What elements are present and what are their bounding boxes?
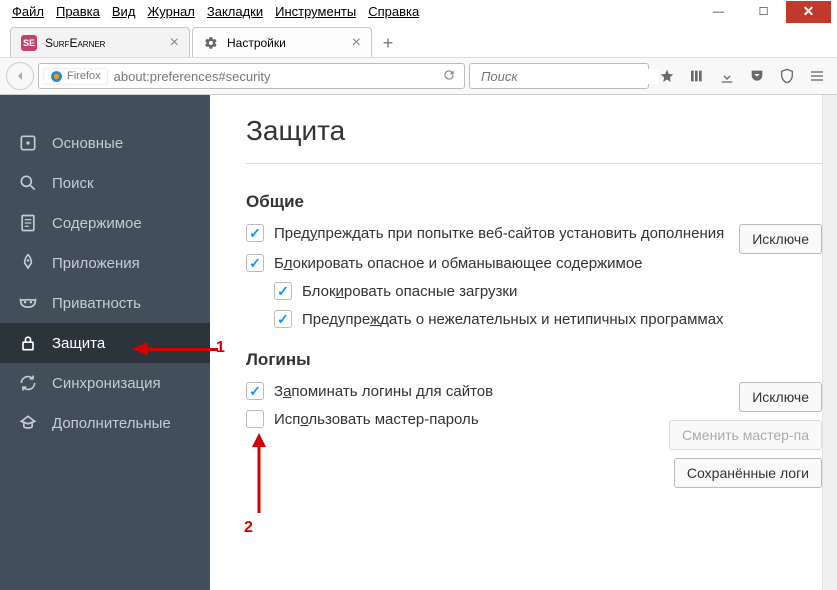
surf-favicon: SE [21, 35, 37, 51]
sidebar-item-search[interactable]: Поиск [0, 163, 210, 203]
library-icon[interactable] [683, 63, 711, 89]
pocket-icon[interactable] [743, 63, 771, 89]
menu-view[interactable]: Вид [106, 2, 142, 21]
section-title-logins: Логины [246, 350, 822, 370]
sidebar-item-general[interactable]: Основные [0, 123, 210, 163]
change-master-password-button[interactable]: Сменить мастер-па [669, 420, 822, 450]
identity-box[interactable]: Firefox [43, 68, 108, 85]
checkbox-warn-unwanted[interactable] [274, 310, 292, 328]
section-general: Общие Предупреждать при попытке веб-сайт… [246, 192, 822, 328]
tab-surfearner[interactable]: SE SurfEarner × [10, 27, 190, 57]
shield-icon[interactable] [773, 63, 801, 89]
preferences-sidebar: Основные Поиск Содержимое Приложения При… [0, 95, 210, 590]
hamburger-menu-icon[interactable] [803, 63, 831, 89]
nav-bar: Firefox [0, 57, 837, 95]
sidebar-item-label: Приложения [52, 255, 140, 272]
new-tab-button[interactable]: + [374, 29, 402, 57]
main-panel: Защита Общие Предупреждать при попытке в… [210, 95, 822, 590]
close-tab-icon[interactable]: × [352, 34, 361, 52]
sidebar-item-label: Дополнительные [52, 415, 171, 432]
identity-label: Firefox [67, 70, 101, 82]
back-button[interactable] [6, 62, 34, 90]
sidebar-item-label: Синхронизация [52, 375, 161, 392]
sidebar-item-privacy[interactable]: Приватность [0, 283, 210, 323]
page-title: Защита [246, 115, 822, 164]
label-master-password: Использовать мастер-пароль [274, 411, 479, 428]
search-icon [18, 173, 38, 193]
url-bar[interactable]: Firefox [38, 63, 465, 89]
bookmark-star-icon[interactable] [653, 63, 681, 89]
label-block-dangerous: Блокировать опасное и обманывающее содер… [274, 255, 643, 272]
sidebar-item-label: Поиск [52, 175, 94, 192]
section-title-general: Общие [246, 192, 822, 212]
menu-bar: Файл Правка Вид Журнал Закладки Инструме… [0, 0, 837, 24]
download-icon[interactable] [713, 63, 741, 89]
search-input[interactable] [481, 69, 659, 84]
sidebar-item-label: Основные [52, 135, 123, 152]
row-master-password: Использовать мастер-пароль [246, 410, 657, 428]
search-box[interactable] [469, 63, 649, 89]
close-tab-icon[interactable]: × [170, 34, 179, 52]
row-block-content: Блокировать опасное и обманывающее содер… [246, 254, 822, 272]
label-warn-unwanted: Предупреждать о нежелательных и нетипичн… [302, 311, 724, 328]
tab-strip: SE SurfEarner × Настройки × + [0, 24, 837, 57]
menu-tools[interactable]: Инструменты [269, 2, 362, 21]
label-block-downloads: Блокировать опасные загрузки [302, 283, 517, 300]
row-warn-install: Предупреждать при попытке веб-сайтов уст… [246, 224, 727, 242]
url-input[interactable] [114, 69, 432, 84]
saved-logins-button[interactable]: Сохранённые логи [674, 458, 822, 488]
exceptions-button-general[interactable]: Исключе [739, 224, 822, 254]
tab-settings[interactable]: Настройки × [192, 27, 372, 57]
exceptions-button-logins[interactable]: Исключе [739, 382, 822, 412]
doc-icon [18, 213, 38, 233]
sidebar-item-security[interactable]: Защита [0, 323, 210, 363]
sidebar-item-applications[interactable]: Приложения [0, 243, 210, 283]
sidebar-item-advanced[interactable]: Дополнительные [0, 403, 210, 443]
reload-icon[interactable] [438, 68, 460, 85]
sidebar-item-sync[interactable]: Синхронизация [0, 363, 210, 403]
menu-help[interactable]: Справка [362, 2, 425, 21]
tab-title: Настройки [227, 36, 344, 50]
menu-file[interactable]: Файл [6, 2, 50, 21]
menu-bookmarks[interactable]: Закладки [201, 2, 269, 21]
sidebar-item-label: Содержимое [52, 215, 142, 232]
rocket-icon [18, 253, 38, 273]
checkbox-warn-install[interactable] [246, 224, 264, 242]
sync-icon [18, 373, 38, 393]
sidebar-item-content[interactable]: Содержимое [0, 203, 210, 243]
row-block-downloads: Блокировать опасные загрузки [274, 282, 822, 300]
hat-icon [18, 413, 38, 433]
scrollbar[interactable] [822, 95, 837, 590]
minimize-button[interactable]: — [696, 1, 741, 23]
checkbox-remember-logins[interactable] [246, 382, 264, 400]
square-icon [18, 133, 38, 153]
row-warn-unwanted: Предупреждать о нежелательных и нетипичн… [274, 310, 822, 328]
section-logins: Логины Запоминать логины для сайтов Испо… [246, 350, 822, 488]
label-warn-install: Предупреждать при попытке веб-сайтов уст… [274, 225, 724, 242]
window-controls: — ☐ ✕ [696, 1, 831, 23]
tab-title: SurfEarner [45, 36, 162, 50]
row-remember-logins: Запоминать логины для сайтов [246, 382, 657, 400]
content-area: Основные Поиск Содержимое Приложения При… [0, 95, 837, 590]
gear-icon [203, 35, 219, 51]
checkbox-block-downloads[interactable] [274, 282, 292, 300]
toolbar-icons [653, 63, 831, 89]
close-window-button[interactable]: ✕ [786, 1, 831, 23]
lock-icon [18, 333, 38, 353]
sidebar-item-label: Приватность [52, 295, 141, 312]
mask-icon [18, 293, 38, 313]
checkbox-master-password[interactable] [246, 410, 264, 428]
checkbox-block-dangerous[interactable] [246, 254, 264, 272]
label-remember-logins: Запоминать логины для сайтов [274, 383, 493, 400]
menu-history[interactable]: Журнал [141, 2, 200, 21]
maximize-button[interactable]: ☐ [741, 1, 786, 23]
menu-edit[interactable]: Правка [50, 2, 106, 21]
sidebar-item-label: Защита [52, 335, 105, 352]
